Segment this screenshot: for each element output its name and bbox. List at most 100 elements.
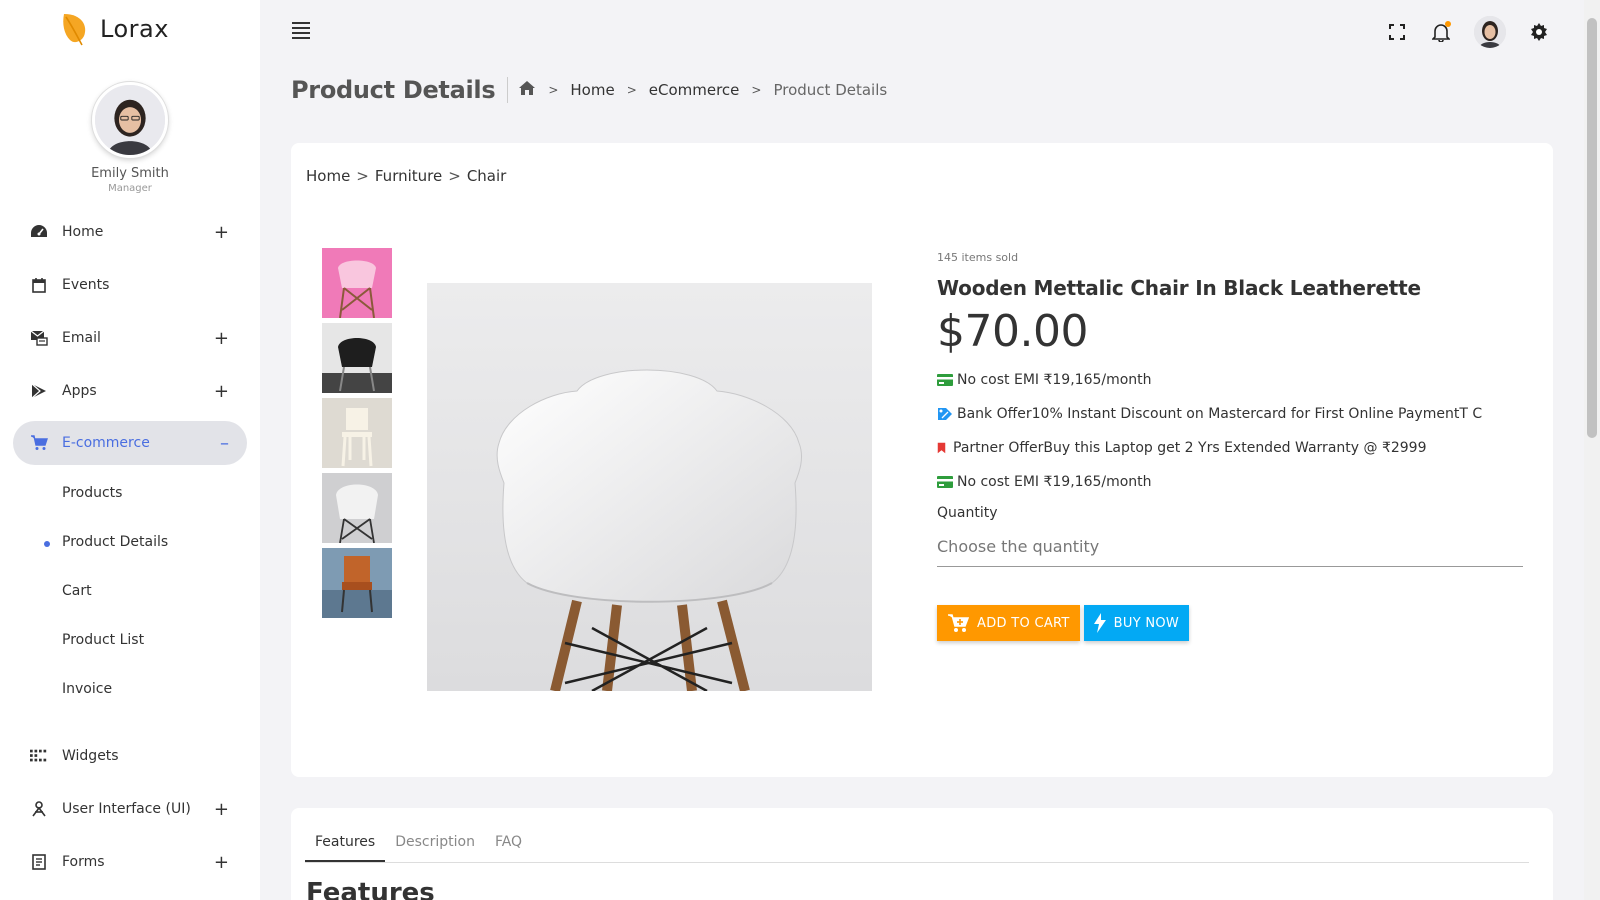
expand-icon[interactable]: + [214,381,229,402]
breadcrumb-current: Product Details [773,81,888,99]
breadcrumb-separator: > [626,83,637,97]
scrollbar-thumb[interactable] [1587,18,1597,438]
product-breadcrumb-chair[interactable]: Chair [467,167,507,185]
breadcrumb-home[interactable]: Home [570,81,614,99]
sidebar-item-label: Forms [62,854,105,870]
bank-offer-icon [938,408,952,420]
profile-role: Manager [108,183,152,194]
sidebar-subitem-products[interactable]: Products [62,485,122,501]
scrollbar[interactable] [1584,0,1600,900]
thumbnail-grey-shell-chair[interactable] [322,473,392,543]
breadcrumb-separator: > [356,167,369,185]
page-title: Product Details [291,76,496,104]
thumbnail-white-wooden-chair[interactable] [322,398,392,468]
expand-icon[interactable]: + [214,799,229,820]
sidebar-item-widgets[interactable]: Widgets [13,734,247,778]
topbar-actions [1386,16,1550,48]
offer-text: Partner OfferBuy this Laptop get 2 Yrs E… [953,440,1427,456]
divider [507,77,509,103]
dashboard-icon [30,223,48,241]
buy-now-label: BUY NOW [1113,615,1180,631]
sidebar-subitem-product-details[interactable]: Product Details [43,534,168,550]
offer-text: Bank Offer10% Instant Discount on Master… [957,406,1483,422]
sidebar-subitem-invoice[interactable]: Invoice [62,681,112,697]
add-to-cart-label: ADD TO CART [977,615,1070,631]
expand-icon[interactable]: + [214,328,229,349]
collapse-icon[interactable]: – [220,433,229,454]
sidebar-item-ecommerce[interactable]: E-commerce – [13,421,247,465]
sidebar-item-label: E-commerce [62,435,150,451]
sidebar-item-label: Events [62,277,110,293]
bookmark-icon [937,442,946,454]
thumbnail-pink-chair[interactable] [322,248,392,318]
tab-features[interactable]: Features [305,826,386,862]
calendar-icon [30,276,48,294]
page-header: Product Details > Home > eCommerce > Pro… [291,76,887,104]
breadcrumb-separator: > [448,167,461,185]
breadcrumb-ecommerce[interactable]: eCommerce [649,81,740,99]
product-breadcrumb: Home > Furniture > Chair [306,167,506,185]
profile-name: Emily Smith [91,166,169,181]
avatar[interactable] [92,82,168,158]
sidebar-item-email[interactable]: Email + [13,316,247,360]
quantity-label: Quantity [937,505,998,521]
user-avatar[interactable] [1474,16,1506,48]
product-breadcrumb-furniture[interactable]: Furniture [375,167,442,185]
expand-icon[interactable]: + [214,852,229,873]
sidebar-item-label: Widgets [62,748,119,764]
sidebar-item-apps[interactable]: Apps + [13,369,247,413]
leaf-logo-icon [63,14,86,46]
brand[interactable]: Lorax [60,12,169,46]
sidebar-subitem-cart[interactable]: Cart [62,583,92,599]
expand-icon[interactable]: + [214,222,229,243]
buy-now-button[interactable]: BUY NOW [1083,605,1190,641]
credit-card-icon [937,476,953,488]
tab-heading: Features [306,878,435,900]
offer-text: No cost EMI ₹19,165/month [957,474,1152,490]
details-tabs-card: Features Description FAQ Features [291,808,1553,900]
hamburger-menu-icon[interactable] [292,22,310,42]
quantity-input[interactable] [937,533,1523,567]
breadcrumb: > Home > eCommerce > Product Details [518,80,887,100]
brand-name: Lorax [100,15,169,43]
fullscreen-icon[interactable] [1386,21,1408,43]
sidebar: Lorax Emily Smith Manager Home + Events [0,0,260,900]
email-icon [30,329,48,347]
widgets-icon [30,747,48,765]
product-title: Wooden Mettalic Chair In Black Leatheret… [937,276,1421,300]
sidebar-item-label: User Interface (UI) [62,801,191,817]
sidebar-item-home[interactable]: Home + [13,210,247,254]
tab-description[interactable]: Description [385,826,485,862]
details-tabs: Features Description FAQ [305,826,1529,863]
notification-dot [1445,21,1451,27]
product-breadcrumb-home[interactable]: Home [306,167,350,185]
sidebar-item-user-interface[interactable]: User Interface (UI) + [13,787,247,831]
thumbnail-orange-chair[interactable] [322,548,392,618]
lightning-icon [1093,613,1106,633]
home-icon[interactable] [518,80,536,100]
settings-gear-icon[interactable] [1528,21,1550,43]
sidebar-item-events[interactable]: Events [13,263,247,307]
thumbnail-gallery [322,248,392,623]
credit-card-icon [937,374,953,386]
main-product-image[interactable] [427,283,872,691]
add-to-cart-button[interactable]: ADD TO CART [937,605,1080,641]
sidebar-subitem-product-list[interactable]: Product List [62,632,144,648]
product-price: $70.00 [937,306,1088,357]
product-card: Home > Furniture > Chair 145 items sold … [291,143,1553,777]
tab-faq[interactable]: FAQ [485,826,532,862]
action-buttons: ADD TO CART BUY NOW [937,605,1537,641]
sidebar-item-forms[interactable]: Forms + [13,840,247,884]
forms-icon [30,853,48,871]
notification-bell-icon[interactable] [1430,21,1452,43]
breadcrumb-separator: > [548,83,559,97]
apps-icon [30,382,48,400]
user-interface-icon [30,800,48,818]
product-info: 145 items sold Wooden Mettalic Chair In … [937,251,1537,641]
sidebar-item-label: Email [62,330,101,346]
offer-text: No cost EMI ₹19,165/month [957,372,1152,388]
sidebar-item-label: Home [62,224,104,240]
offer-emi: No cost EMI ₹19,165/month [937,369,1537,391]
thumbnail-black-chair[interactable] [322,323,392,393]
sidebar-item-label: Apps [62,383,97,399]
